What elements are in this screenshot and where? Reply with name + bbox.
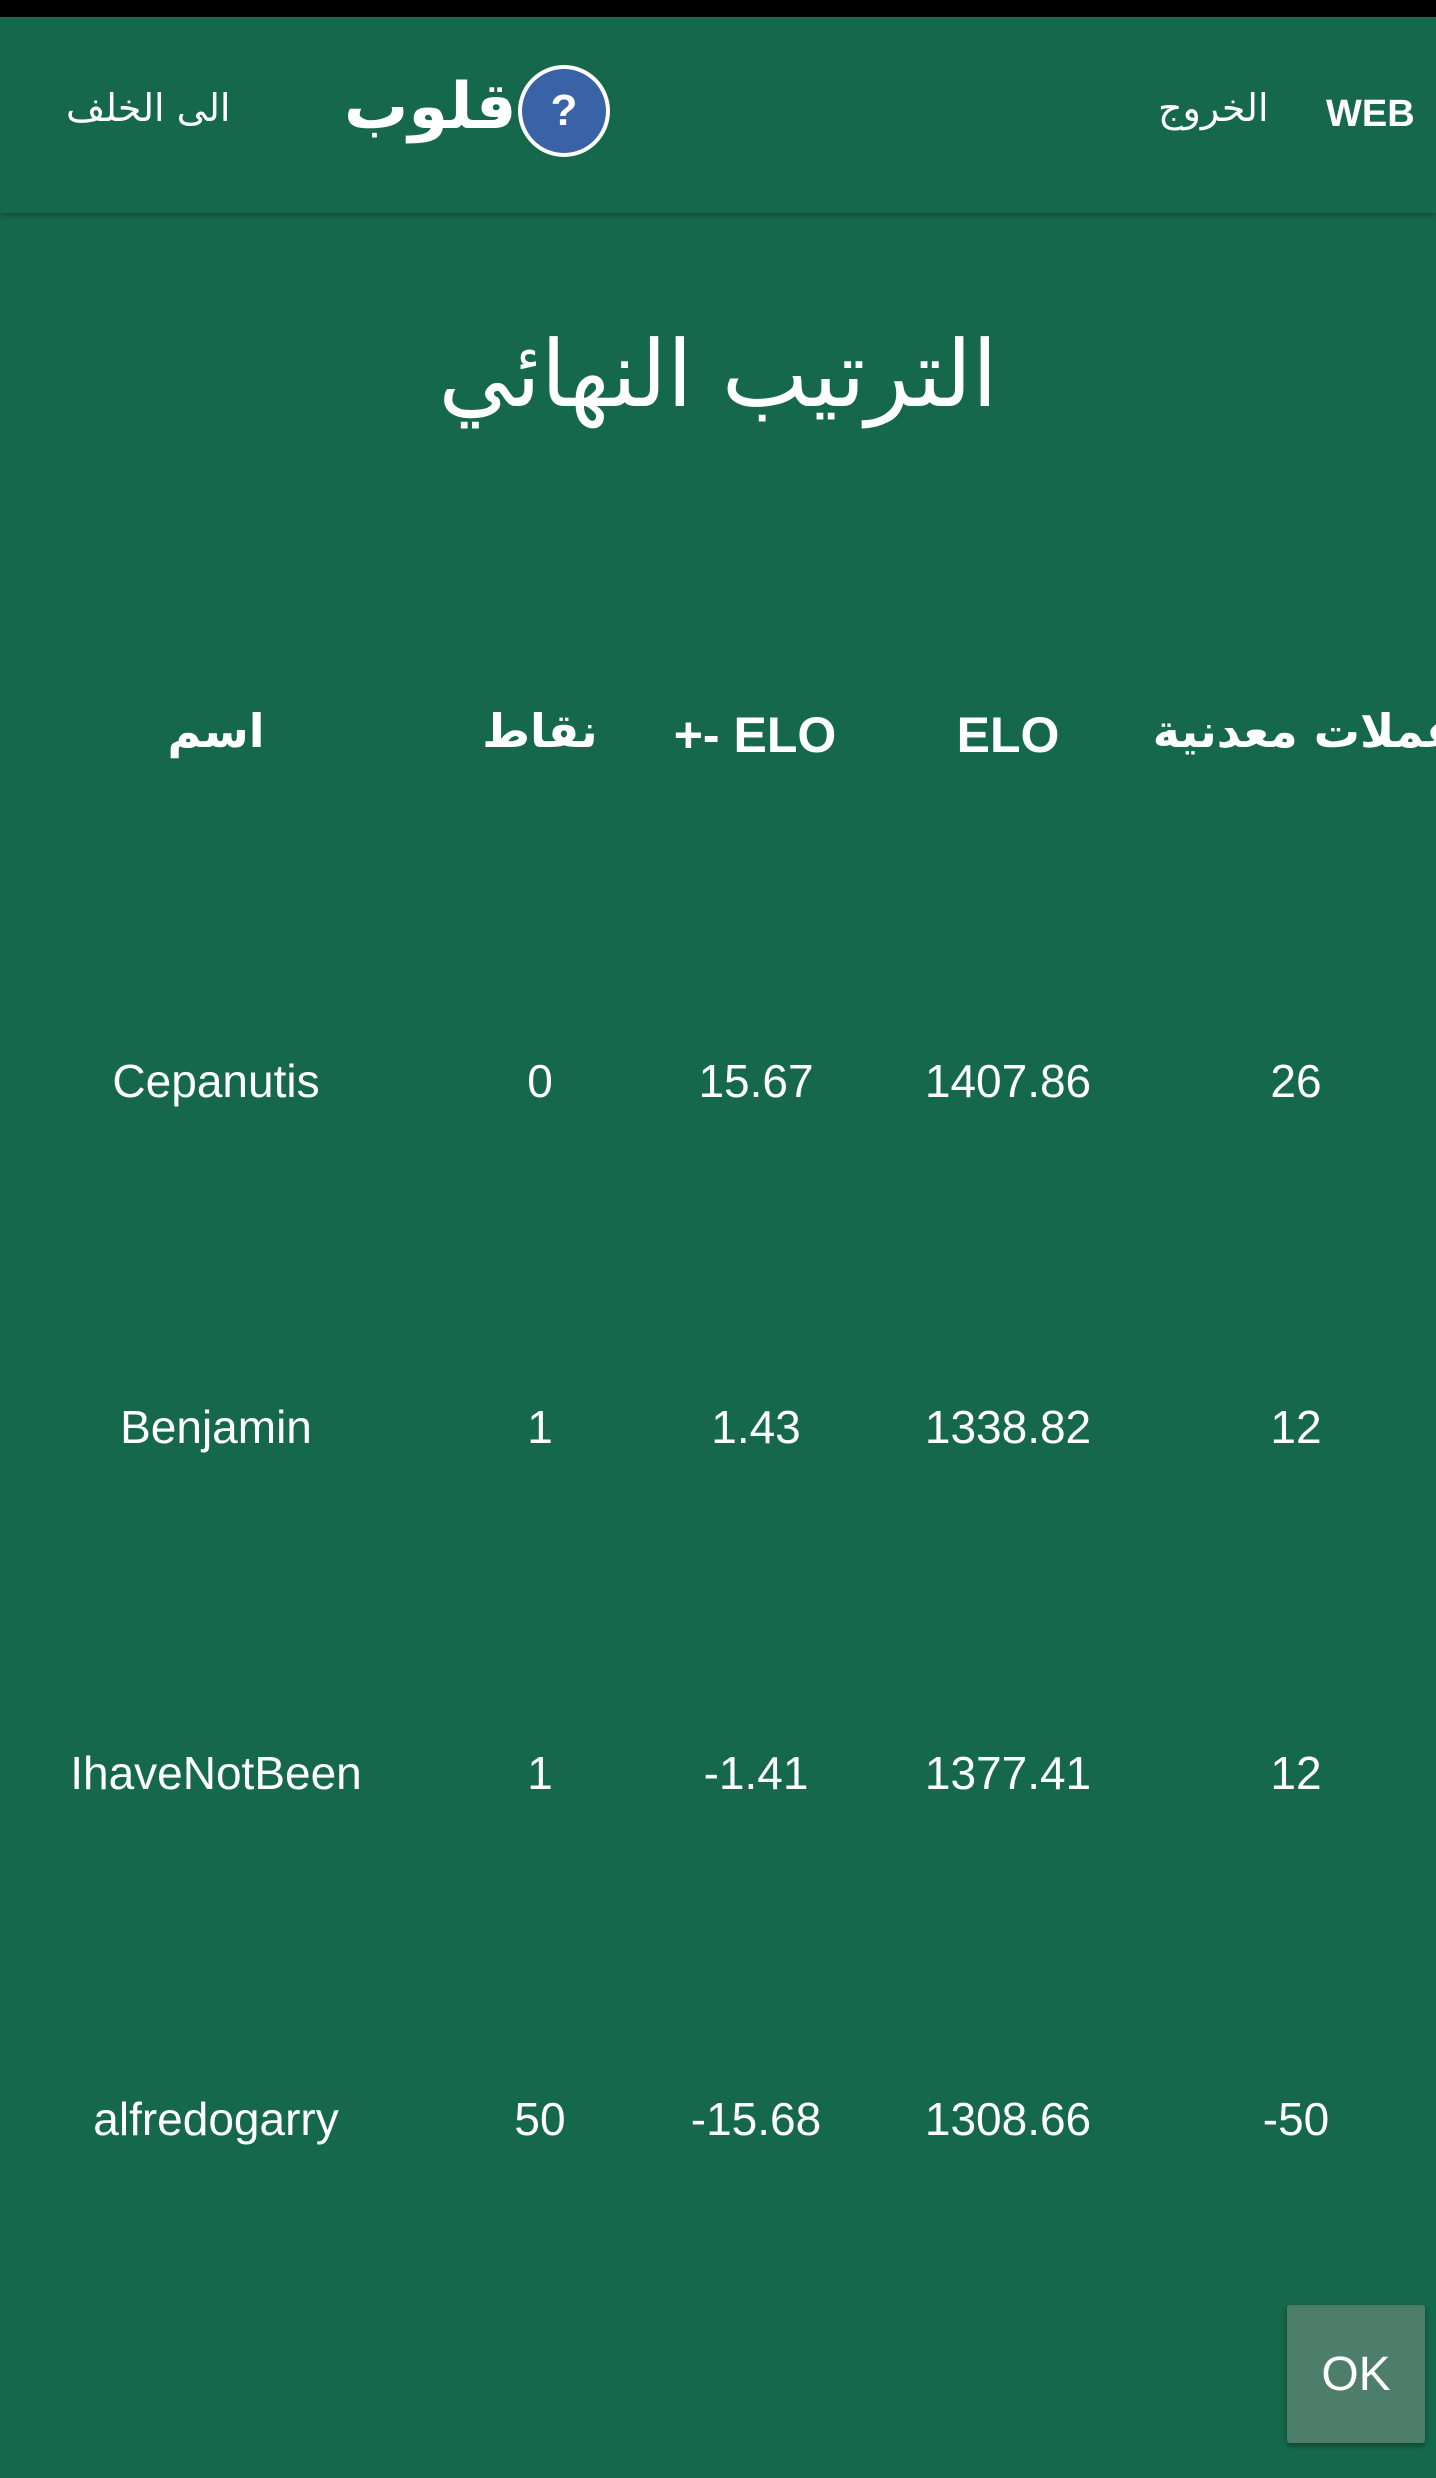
- row-name: Cepanutis: [112, 1055, 320, 1107]
- row-elo: 1407.86: [924, 1055, 1092, 1107]
- row-coins: 12: [1270, 1401, 1322, 1453]
- header-coins: عملات معدنية: [1152, 704, 1436, 758]
- help-button[interactable]: ?: [518, 65, 610, 157]
- web-link[interactable]: WEB: [1326, 95, 1415, 133]
- page-title: الترتيب النهائي: [438, 321, 998, 428]
- top-app-bar: الى الخلف قلوب ? الخروج WEB: [0, 17, 1436, 213]
- row-points: 50: [514, 2093, 566, 2145]
- row-coins: 12: [1270, 1747, 1322, 1799]
- back-link[interactable]: الى الخلف: [66, 89, 230, 127]
- row-points: 1: [527, 1747, 553, 1799]
- row-elo: 1338.82: [924, 1401, 1092, 1453]
- status-bar: [0, 0, 1436, 17]
- row-elo-delta: 1.43: [711, 1401, 801, 1453]
- row-name: Benjamin: [120, 1401, 312, 1453]
- row-name: alfredogarry: [93, 2093, 339, 2145]
- row-elo-delta: -1.41: [703, 1747, 809, 1799]
- ok-button[interactable]: OK: [1287, 2305, 1425, 2443]
- ok-button-label: OK: [1321, 2347, 1391, 2401]
- exit-link[interactable]: الخروج: [1158, 89, 1269, 127]
- row-elo-delta: 15.67: [698, 1055, 814, 1107]
- header-elo-delta: +- ELO: [673, 707, 837, 763]
- row-points: 1: [527, 1401, 553, 1453]
- header-elo: ELO: [956, 707, 1060, 763]
- row-coins: 26: [1270, 1055, 1322, 1107]
- app-title: قلوب: [344, 70, 517, 144]
- header-name: اسم: [167, 704, 265, 758]
- row-elo-delta: -15.68: [690, 2093, 822, 2145]
- row-name: IhaveNotBeen: [70, 1747, 362, 1799]
- header-points: نقاط: [482, 704, 598, 758]
- row-elo: 1308.66: [924, 2093, 1092, 2145]
- row-points: 0: [527, 1055, 553, 1107]
- row-coins: -50: [1262, 2093, 1330, 2145]
- question-mark-icon: ?: [550, 86, 578, 135]
- row-elo: 1377.41: [924, 1747, 1092, 1799]
